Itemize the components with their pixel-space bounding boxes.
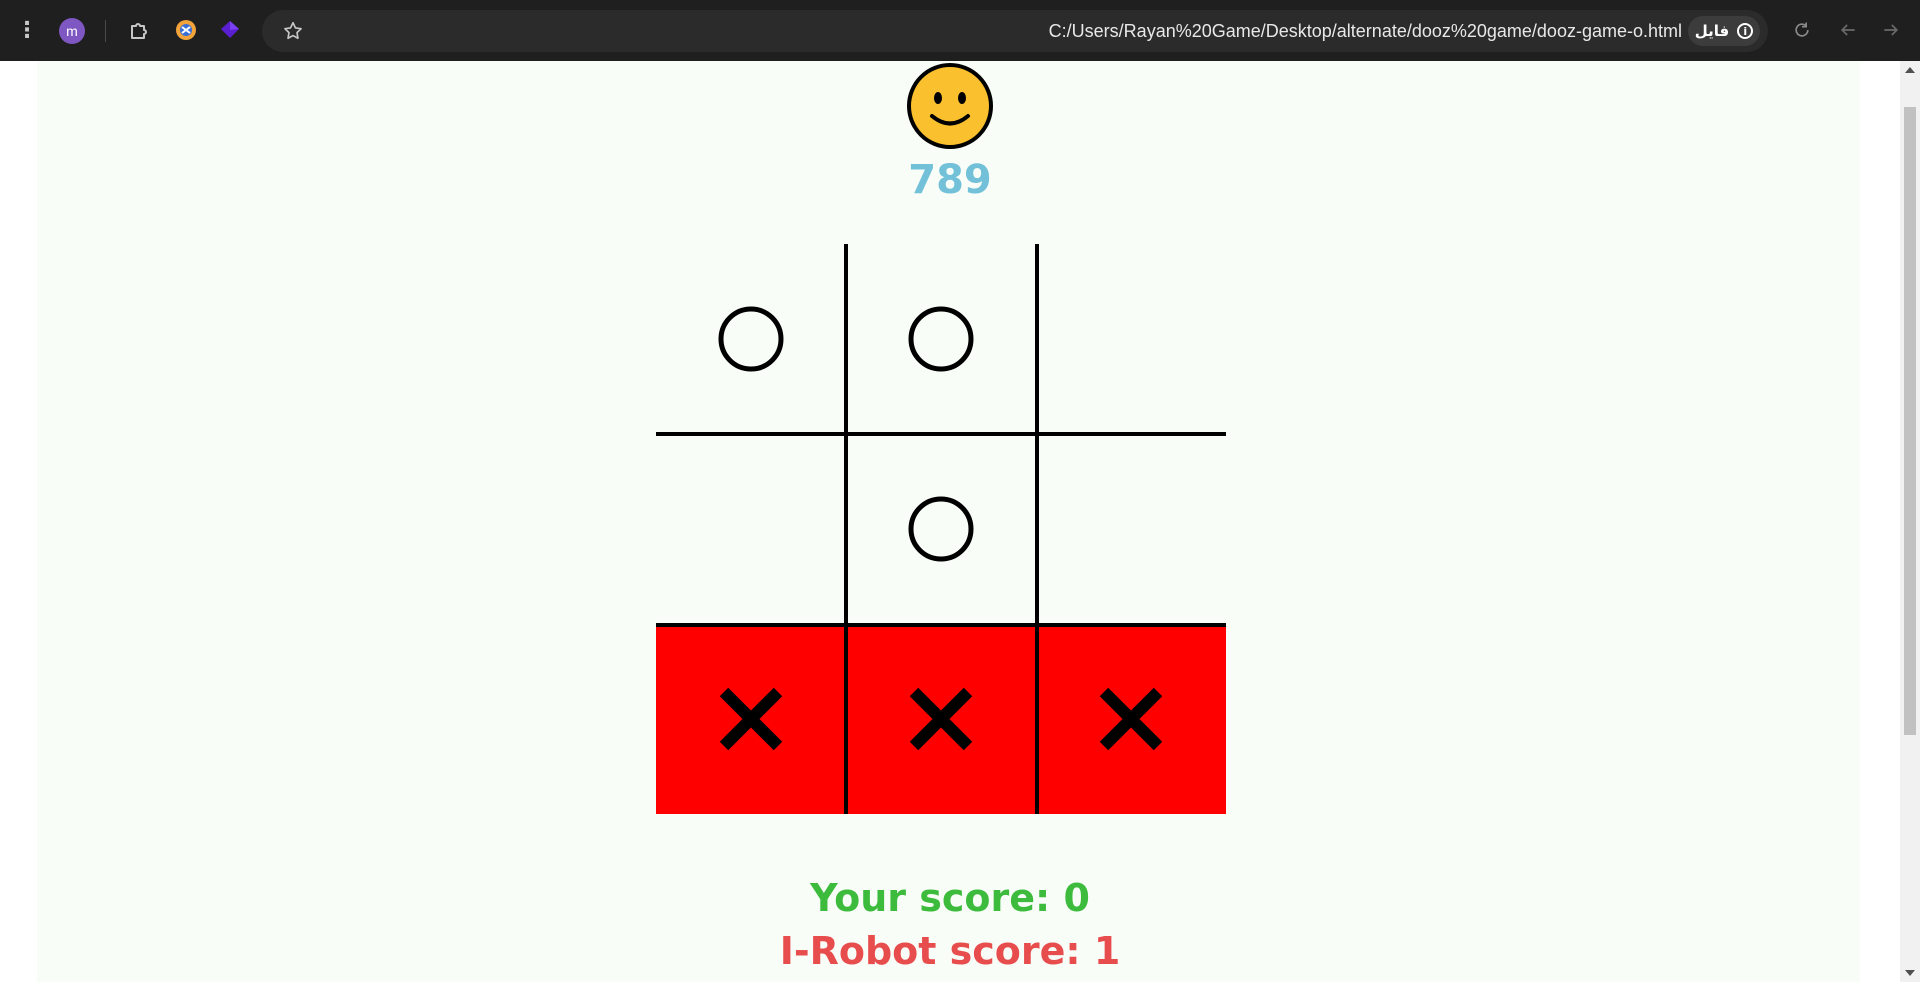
grid-line-vertical-1 <box>844 244 848 814</box>
board-cell-2-1[interactable] <box>846 624 1036 814</box>
board-cell-1-1[interactable] <box>846 434 1036 624</box>
bookmark-star-icon[interactable] <box>280 18 306 44</box>
your-score: Your score: 0 <box>810 876 1090 920</box>
extension-diamond-icon[interactable] <box>216 16 244 44</box>
site-info-chip[interactable]: فایل i <box>1688 16 1760 46</box>
scroll-down-arrow-icon[interactable] <box>1905 970 1915 976</box>
board-cell-0-1[interactable] <box>846 244 1036 434</box>
robot-score: I-Robot score: 1 <box>779 929 1121 973</box>
board-cell-2-0[interactable] <box>656 624 846 814</box>
board-cell-0-2[interactable] <box>1036 244 1226 434</box>
o-mark-icon <box>908 496 974 562</box>
reload-icon[interactable] <box>1787 15 1817 45</box>
site-info-icon: i <box>1737 23 1754 39</box>
toolbar-divider <box>105 20 106 42</box>
address-bar[interactable]: C:/Users/Rayan%20Game/Desktop/alternate/… <box>262 10 1768 52</box>
grid-line-horizontal-2 <box>656 623 1226 627</box>
x-mark-icon <box>719 687 783 751</box>
grid-line-vertical-2 <box>1035 244 1039 814</box>
board-cell-0-0[interactable] <box>656 244 846 434</box>
page-viewport: 789 Your score: 0 I-Robot score: 1 <box>0 61 1900 982</box>
browser-toolbar: ⋮ m C:/Users/Rayan%20Game/Desktop/altern… <box>0 0 1920 61</box>
scrollbar-thumb[interactable] <box>1904 107 1916 735</box>
grid-line-horizontal-1 <box>656 432 1226 436</box>
url-text[interactable]: C:/Users/Rayan%20Game/Desktop/alternate/… <box>1049 21 1682 42</box>
extension-colorful-icon[interactable] <box>172 16 200 44</box>
extensions-icon[interactable] <box>126 16 154 44</box>
smiley-face-icon <box>905 61 995 151</box>
o-mark-icon <box>908 306 974 372</box>
x-mark-icon <box>1099 687 1163 751</box>
move-counter: 789 <box>908 157 992 203</box>
menu-icon[interactable]: ⋮ <box>12 15 42 45</box>
game-board <box>656 244 1226 814</box>
profile-avatar[interactable]: m <box>59 18 85 44</box>
forward-icon[interactable] <box>1876 15 1906 45</box>
vertical-scrollbar[interactable] <box>1900 61 1920 982</box>
board-cell-2-2[interactable] <box>1036 624 1226 814</box>
site-chip-label: فایل <box>1694 22 1730 40</box>
board-cell-1-2[interactable] <box>1036 434 1226 624</box>
o-mark-icon <box>718 306 784 372</box>
board-cell-1-0[interactable] <box>656 434 846 624</box>
back-icon[interactable] <box>1833 15 1863 45</box>
scroll-up-arrow-icon[interactable] <box>1905 67 1915 73</box>
x-mark-icon <box>909 687 973 751</box>
